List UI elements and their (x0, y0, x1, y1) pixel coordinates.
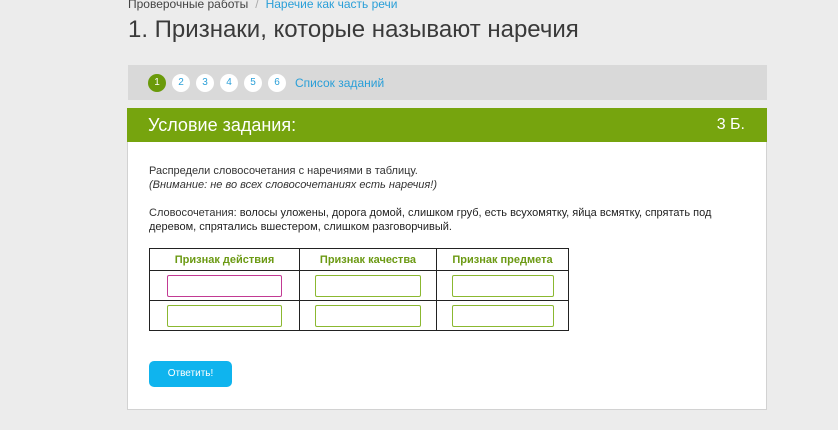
task-score: 3 Б. (716, 116, 745, 133)
task-nav-item-2[interactable]: 2 (172, 73, 190, 92)
instruction-note: (Внимание: не во всех словосочетаниях ес… (149, 179, 438, 191)
submit-answer-button[interactable]: Ответить! (149, 361, 232, 387)
breadcrumb: Проверочные работы / Наречие как часть реч… (128, 0, 398, 12)
task-navigation: 1 2 3 4 5 6 Список заданий (128, 65, 767, 100)
table-cell (436, 270, 569, 301)
answer-table: Признак действия Признак качества Призна… (149, 248, 569, 331)
answer-input-row2-col3[interactable] (451, 304, 554, 327)
answer-input-row2-col2[interactable] (315, 304, 421, 327)
header-object-feature: Признак предмета (436, 248, 569, 271)
header-action-feature: Признак действия (149, 248, 300, 271)
task-instruction: Распредели словосочетания с наречиями в … (149, 164, 437, 192)
task-nav-item-6[interactable]: 6 (268, 73, 286, 92)
task-list-link[interactable]: Список заданий (295, 76, 384, 90)
table-cell (149, 270, 300, 301)
breadcrumb-current-link[interactable]: Наречие как часть речи (266, 0, 398, 11)
phrases-block: Словосочетания: волосы уложены, дорога д… (149, 206, 749, 234)
task-nav-item-4[interactable]: 4 (220, 73, 238, 92)
task-card-header: Условие задания: 3 Б. (127, 108, 767, 142)
header-quality-feature: Признак качества (299, 248, 437, 271)
phrases-label: Словосочетания: (149, 207, 240, 219)
breadcrumb-separator: / (255, 0, 259, 11)
instruction-text: Распредели словосочетания с наречиями в … (149, 165, 418, 177)
answer-input-row1-col2[interactable] (315, 274, 421, 297)
answer-input-row2-col1[interactable] (167, 304, 282, 327)
breadcrumb-home-link[interactable]: Проверочные работы (128, 0, 248, 11)
table-cell (436, 300, 569, 331)
task-card: Условие задания: 3 Б. Распредели словосо… (127, 108, 767, 410)
table-cell (149, 300, 300, 331)
task-nav-item-1[interactable]: 1 (148, 73, 166, 92)
table-header-row: Признак действия Признак качества Призна… (149, 248, 569, 271)
task-nav-item-5[interactable]: 5 (244, 73, 262, 92)
table-cell (299, 270, 437, 301)
table-row (149, 300, 569, 331)
answer-input-row1-col1[interactable] (167, 274, 282, 297)
table-row (149, 270, 569, 301)
answer-input-row1-col3[interactable] (451, 274, 554, 297)
task-nav-item-3[interactable]: 3 (196, 73, 214, 92)
page-title: 1. Признаки, которые называют наречия (128, 16, 579, 43)
task-condition-title: Условие задания: (148, 114, 297, 135)
table-cell (299, 300, 437, 331)
